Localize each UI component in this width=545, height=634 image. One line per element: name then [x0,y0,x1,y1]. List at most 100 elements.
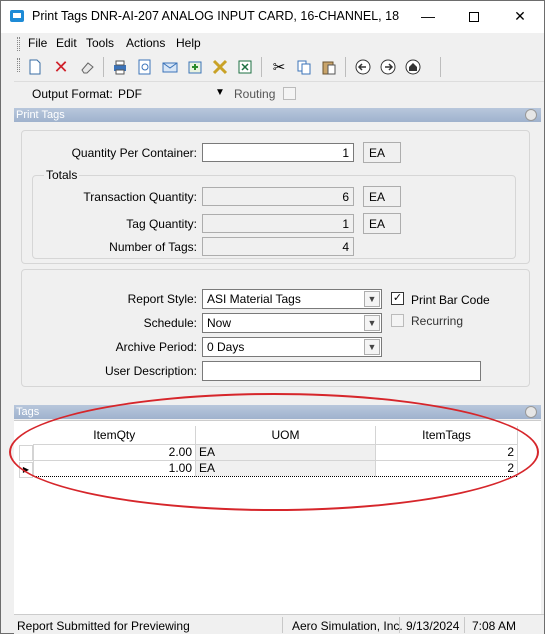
print-tags-panel: Quantity Per Container: 1 EA Totals Tran… [14,123,541,403]
menu-help[interactable]: Help [176,36,201,50]
collapse-icon[interactable] [525,109,537,121]
output-format-bar: Output Format: PDF ▼ Routing [14,81,544,105]
window-title: Print Tags DNR-AI-207 ANALOG INPUT CARD,… [32,9,402,23]
transaction-qty-label: Transaction Quantity: [83,190,197,204]
email-icon[interactable] [160,57,180,77]
print-tags-window: Print Tags DNR-AI-207 ANALOG INPUT CARD,… [0,0,545,634]
tools-icon[interactable] [210,57,230,77]
print-barcode-checkbox[interactable]: ✓ [391,292,404,305]
archive-period-value: 0 Days [207,340,245,354]
excel-icon[interactable] [235,57,255,77]
num-tags-value: 4 [202,237,354,256]
status-separator [464,617,465,633]
collapse-icon[interactable] [525,406,537,418]
num-tags-label: Number of Tags: [109,240,197,254]
print-barcode-label: Print Bar Code [411,293,490,307]
toolbar-separator [345,57,346,77]
recurring-checkbox[interactable] [391,314,404,327]
menu-tools[interactable]: Tools [86,36,114,50]
title-bar: Print Tags DNR-AI-207 ANALOG INPUT CARD,… [1,1,544,33]
toolbar-separator [440,57,441,77]
tags-section-header: Tags [14,405,541,419]
table-header-row: ItemQty UOM ItemTags [33,426,518,445]
status-time: 7:08 AM [472,619,517,633]
table-row[interactable]: 1.00 EA 2 [33,459,518,477]
cell-itemqty[interactable]: 1.00 [33,459,196,477]
chevron-down-icon[interactable]: ▼ [364,315,380,331]
status-company: Aero Simulation, Inc. [292,619,403,633]
minimize-button[interactable]: — [405,1,451,33]
copy-icon[interactable] [294,57,314,77]
column-header-itemqty[interactable]: ItemQty [33,426,196,445]
paste-icon[interactable] [319,57,339,77]
maximize-icon [469,12,479,23]
transaction-qty-value: 6 [202,187,354,206]
chevron-down-icon[interactable]: ▼ [215,87,225,98]
status-separator [399,617,400,633]
toolbar: ✕ ✂ [14,54,544,80]
routing-label: Routing [234,87,276,101]
column-header-uom[interactable]: UOM [195,426,376,445]
schedule-value: Now [207,316,232,330]
cell-uom[interactable]: EA [195,459,376,477]
report-style-label: Report Style: [127,292,197,306]
status-message: Report Submitted for Previewing [17,619,190,633]
user-description-input[interactable] [202,361,481,381]
print-preview-icon[interactable] [135,57,155,77]
cell-itemtags[interactable]: 2 [375,459,518,477]
new-document-icon[interactable] [25,57,45,77]
menu-edit[interactable]: Edit [56,36,77,50]
output-format-select[interactable]: PDF [118,87,142,101]
qty-per-container-label: Quantity Per Container: [71,146,197,160]
menu-file[interactable]: File [28,36,47,50]
status-date: 9/13/2024 [406,619,460,633]
archive-period-select[interactable]: 0 Days ▼ [202,337,382,357]
qty-per-container-unit: EA [363,142,401,163]
totals-label: Totals [44,168,80,182]
cell-itemtags[interactable]: 2 [375,443,518,461]
qty-per-container-input[interactable]: 1 [202,143,354,162]
back-icon[interactable] [353,57,373,77]
tag-qty-value: 1 [202,214,354,233]
cell-uom[interactable]: EA [195,443,376,461]
print-tags-section-header: Print Tags [14,108,541,122]
tags-header-label: Tags [16,406,40,418]
maximize-button[interactable] [451,1,497,33]
chevron-down-icon[interactable]: ▼ [364,339,380,355]
tag-qty-label: Tag Quantity: [126,217,197,231]
column-header-itemtags[interactable]: ItemTags [375,426,518,445]
user-description-label: User Description: [104,364,197,378]
print-icon[interactable] [110,57,130,77]
print-tags-header-label: Print Tags [16,109,65,121]
toolbar-separator [261,57,262,77]
output-format-label: Output Format: [32,87,113,101]
eraser-icon[interactable] [77,57,97,77]
tags-grid: ItemQty UOM ItemTags 2.00 EA 2 1.00 EA 2… [14,420,541,614]
recurring-label: Recurring [411,314,464,328]
chevron-down-icon[interactable]: ▼ [364,291,380,307]
report-style-value: ASI Material Tags [207,292,301,306]
transaction-qty-unit: EA [363,186,401,207]
close-button[interactable]: ✕ [497,1,543,33]
app-icon [10,10,24,22]
archive-period-label: Archive Period: [115,340,197,354]
current-row-indicator-icon[interactable]: ▶ [19,462,33,478]
menu-bar: File Edit Tools Actions Help [14,33,544,53]
export-icon[interactable] [185,57,205,77]
status-separator [282,617,283,633]
toolbar-separator [103,57,104,77]
tag-qty-unit: EA [363,213,401,234]
status-bar: Report Submitted for Previewing Aero Sim… [14,614,544,634]
delete-icon[interactable]: ✕ [51,57,71,77]
cell-itemqty[interactable]: 2.00 [33,443,196,461]
row-selector[interactable] [19,445,33,461]
menu-actions[interactable]: Actions [126,36,165,50]
routing-checkbox[interactable] [283,87,296,100]
forward-icon[interactable] [378,57,398,77]
report-style-select[interactable]: ASI Material Tags ▼ [202,289,382,309]
schedule-select[interactable]: Now ▼ [202,313,382,333]
menu-grip-icon [17,37,20,51]
table-row[interactable]: 2.00 EA 2 [33,443,518,461]
home-icon[interactable] [403,57,423,77]
cut-icon[interactable]: ✂ [269,57,289,77]
